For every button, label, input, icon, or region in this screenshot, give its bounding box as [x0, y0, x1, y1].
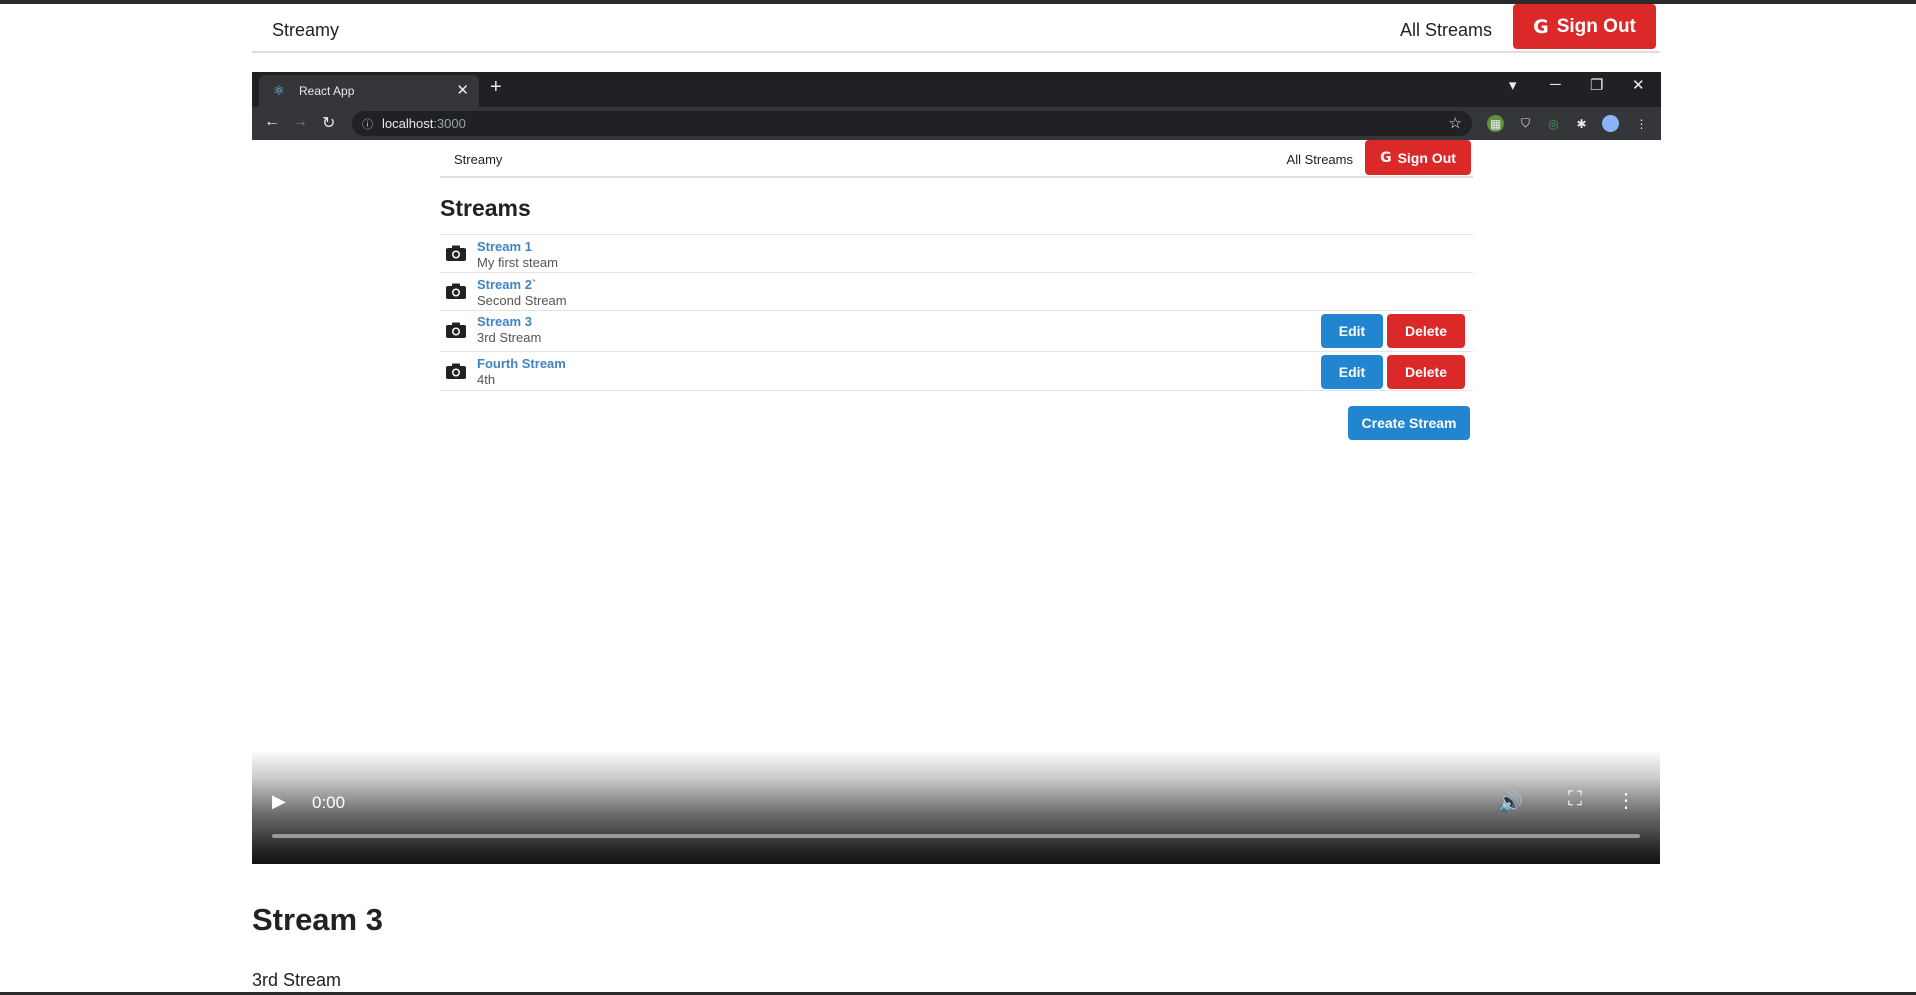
- stream-detail-description: 3rd Stream: [252, 970, 342, 990]
- stream-description: 3rd Stream: [477, 330, 542, 345]
- all-streams-link[interactable]: All Streams: [1400, 20, 1492, 41]
- window-close-icon[interactable]: ✕: [1632, 76, 1645, 94]
- inner-sign-out-label: Sign Out: [1397, 149, 1456, 166]
- puzzle-icon[interactable]: ✱: [1573, 115, 1590, 132]
- fullscreen-icon[interactable]: ⛶: [1568, 788, 1582, 811]
- list-item: Fourth Stream 4th Edit Delete: [440, 351, 1473, 391]
- extension-icon[interactable]: ▦: [1487, 115, 1504, 132]
- browser-toolbar: ← → ↻ ⓘ localhost:3000 ☆ ▦ ⛉ ◎ ✱ ⋮: [252, 107, 1661, 140]
- inner-sign-out-button[interactable]: G Sign Out: [1365, 140, 1471, 175]
- inner-all-streams-link[interactable]: All Streams: [1287, 152, 1353, 167]
- stream-title-link[interactable]: Stream 2`: [477, 277, 536, 292]
- edit-button[interactable]: Edit: [1321, 355, 1383, 389]
- address-url: localhost:3000: [382, 116, 466, 131]
- delete-button[interactable]: Delete: [1387, 314, 1465, 348]
- info-icon[interactable]: ⓘ: [362, 116, 373, 132]
- react-icon: ⚛: [273, 83, 285, 98]
- google-icon: G: [1533, 15, 1549, 38]
- inner-brand-link[interactable]: Streamy: [454, 152, 502, 167]
- brand-link[interactable]: Streamy: [272, 20, 339, 41]
- edit-button[interactable]: Edit: [1321, 314, 1383, 348]
- camera-icon: [446, 363, 466, 379]
- restore-icon[interactable]: ❐: [1590, 76, 1603, 94]
- stream-detail-title: Stream 3: [252, 902, 383, 937]
- stream-description: Second Stream: [477, 293, 567, 308]
- top-nav: Streamy All Streams G Sign Out: [252, 4, 1660, 53]
- back-icon[interactable]: ←: [264, 113, 280, 131]
- video-player[interactable]: ▶ 0:00 🔊 ⛶ ⋮: [252, 750, 1660, 864]
- inner-nav: Streamy All Streams G Sign Out: [440, 140, 1473, 178]
- embedded-browser: ⚛ React App ✕ + ▾ ─ ❐ ✕ ← → ↻ ⓘ localhos…: [252, 72, 1661, 140]
- play-icon[interactable]: ▶: [272, 791, 286, 812]
- more-options-icon[interactable]: ⋮: [1616, 788, 1636, 813]
- camera-icon: [446, 245, 466, 261]
- google-icon: G: [1380, 149, 1392, 166]
- browser-tab[interactable]: ⚛ React App ✕: [259, 75, 479, 107]
- list-item: Stream 1 My first steam: [440, 234, 1473, 272]
- video-time: 0:00: [312, 793, 346, 812]
- forward-icon[interactable]: →: [292, 113, 308, 131]
- bookmark-star-icon[interactable]: ☆: [1449, 114, 1462, 132]
- profile-menu-icon[interactable]: ▾: [1509, 76, 1517, 94]
- video-progress-bar[interactable]: [272, 834, 1640, 838]
- camera-icon: [446, 283, 466, 299]
- minimize-icon[interactable]: ─: [1550, 76, 1561, 93]
- volume-icon[interactable]: 🔊: [1498, 790, 1523, 815]
- create-stream-button[interactable]: Create Stream: [1348, 406, 1470, 440]
- sign-out-label: Sign Out: [1556, 15, 1636, 37]
- reload-icon[interactable]: ↻: [322, 113, 335, 133]
- stream-title-link[interactable]: Stream 1: [477, 239, 532, 254]
- shield-extension-icon[interactable]: ⛉: [1517, 115, 1534, 132]
- browser-menu-icon[interactable]: ⋮: [1633, 115, 1650, 132]
- tab-title: React App: [299, 84, 355, 98]
- list-item: Stream 3 3rd Stream Edit Delete: [440, 310, 1473, 351]
- target-extension-icon[interactable]: ◎: [1545, 115, 1562, 132]
- delete-button[interactable]: Delete: [1387, 355, 1465, 389]
- stream-description: 4th: [477, 372, 496, 387]
- tab-close-icon[interactable]: ✕: [456, 81, 469, 99]
- address-bar[interactable]: ⓘ localhost:3000 ☆: [352, 111, 1472, 136]
- avatar[interactable]: [1602, 115, 1619, 132]
- stream-list: Stream 1 My first steam Stream 2` Second…: [440, 234, 1473, 391]
- camera-icon: [446, 322, 466, 338]
- list-item: Stream 2` Second Stream: [440, 272, 1473, 310]
- stream-title-link[interactable]: Fourth Stream: [477, 356, 566, 371]
- sign-out-button[interactable]: G Sign Out: [1513, 4, 1656, 49]
- streams-heading: Streams: [440, 195, 531, 221]
- new-tab-icon[interactable]: +: [490, 76, 502, 99]
- stream-title-link[interactable]: Stream 3: [477, 314, 532, 329]
- stream-description: My first steam: [477, 255, 558, 270]
